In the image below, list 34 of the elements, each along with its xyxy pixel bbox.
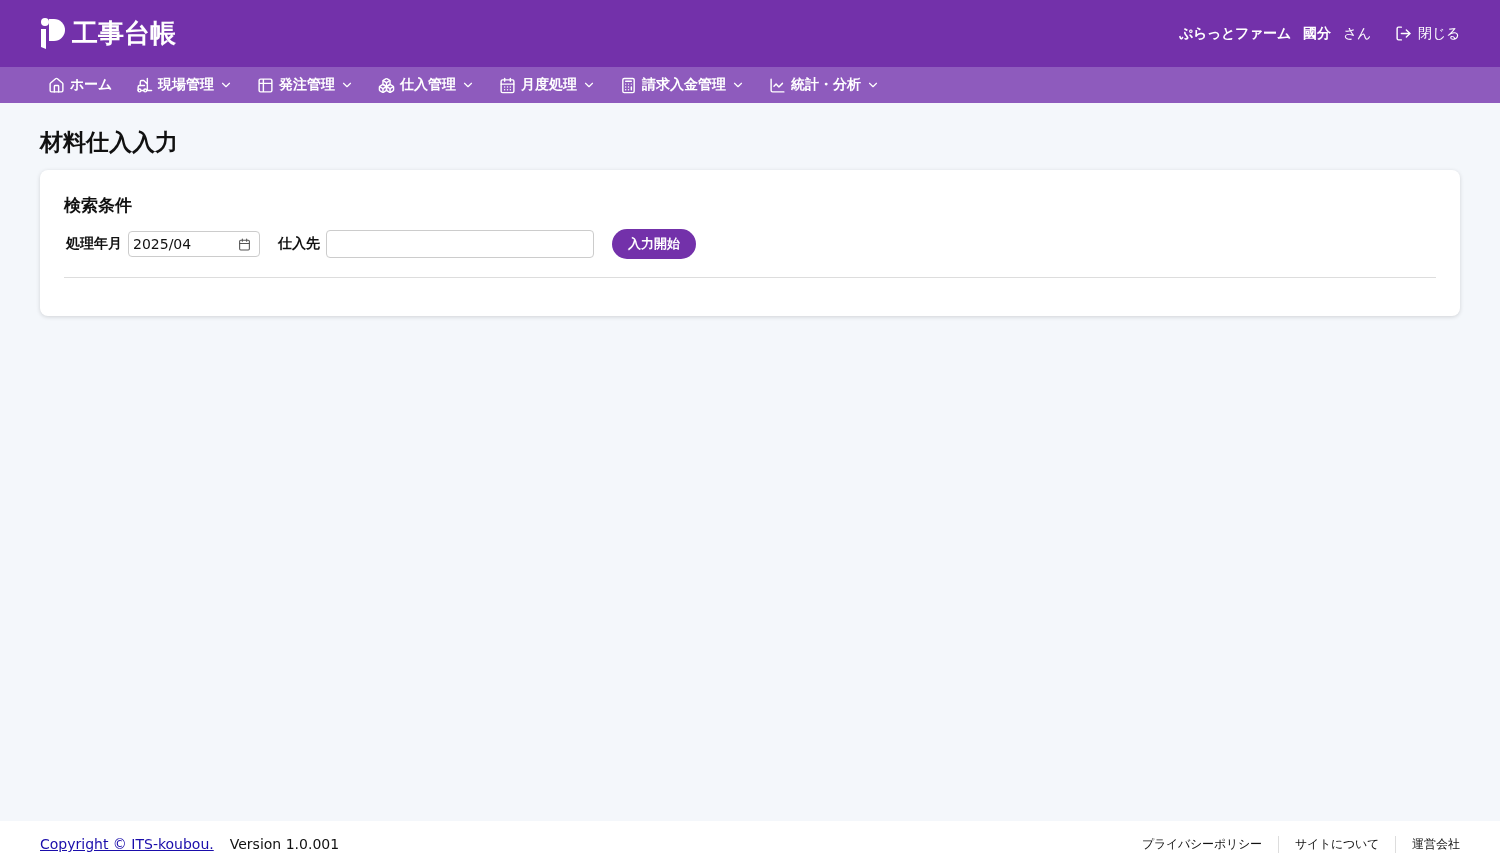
nav-item[interactable]: 統計・分析 <box>761 67 888 103</box>
footer-link[interactable]: サイトについて <box>1278 835 1395 853</box>
page-title: 材料仕入入力 <box>40 128 179 157</box>
honorific-text: さん <box>1343 24 1371 43</box>
nav-item[interactable]: 発注管理 <box>249 67 362 103</box>
calculator-icon <box>620 76 637 94</box>
calendar-icon <box>238 237 251 251</box>
footer-link[interactable]: 運営会社 <box>1395 835 1460 853</box>
field-label: 処理年月 <box>66 235 122 253</box>
nav-item[interactable]: 請求入金管理 <box>612 67 753 103</box>
start-input-button[interactable]: 入力開始 <box>612 229 696 259</box>
nav-item[interactable]: 月度処理 <box>491 67 604 103</box>
forklift-icon <box>136 76 153 94</box>
nav-item[interactable]: 現場管理 <box>128 67 241 103</box>
close-button[interactable]: 閉じる <box>1395 24 1460 43</box>
home-icon <box>48 76 65 94</box>
field-label: 仕入先 <box>278 235 320 253</box>
copyright-link[interactable]: Copyright © ITS-koubou. <box>40 836 214 852</box>
version-text: Version 1.0.001 <box>229 836 340 852</box>
app-title: 工事台帳 <box>72 17 176 50</box>
company-name: ぷらっとファーム <box>1179 24 1291 43</box>
logo-icon <box>40 17 66 50</box>
section-title: 検索条件 <box>64 194 133 217</box>
calendar-icon <box>499 76 516 94</box>
boxes-icon <box>378 76 395 94</box>
nav-item[interactable]: 仕入管理 <box>370 67 483 103</box>
footer-link[interactable]: プライバシーポリシー <box>1126 835 1278 853</box>
nav-item[interactable]: ホーム <box>40 67 120 103</box>
logout-icon <box>1395 25 1412 42</box>
month-field[interactable]: 2025/04 <box>128 231 260 257</box>
user-name: 國分 <box>1303 24 1331 43</box>
line-chart-icon <box>769 76 786 94</box>
supplier-field[interactable] <box>326 230 594 258</box>
table-icon <box>257 76 274 94</box>
